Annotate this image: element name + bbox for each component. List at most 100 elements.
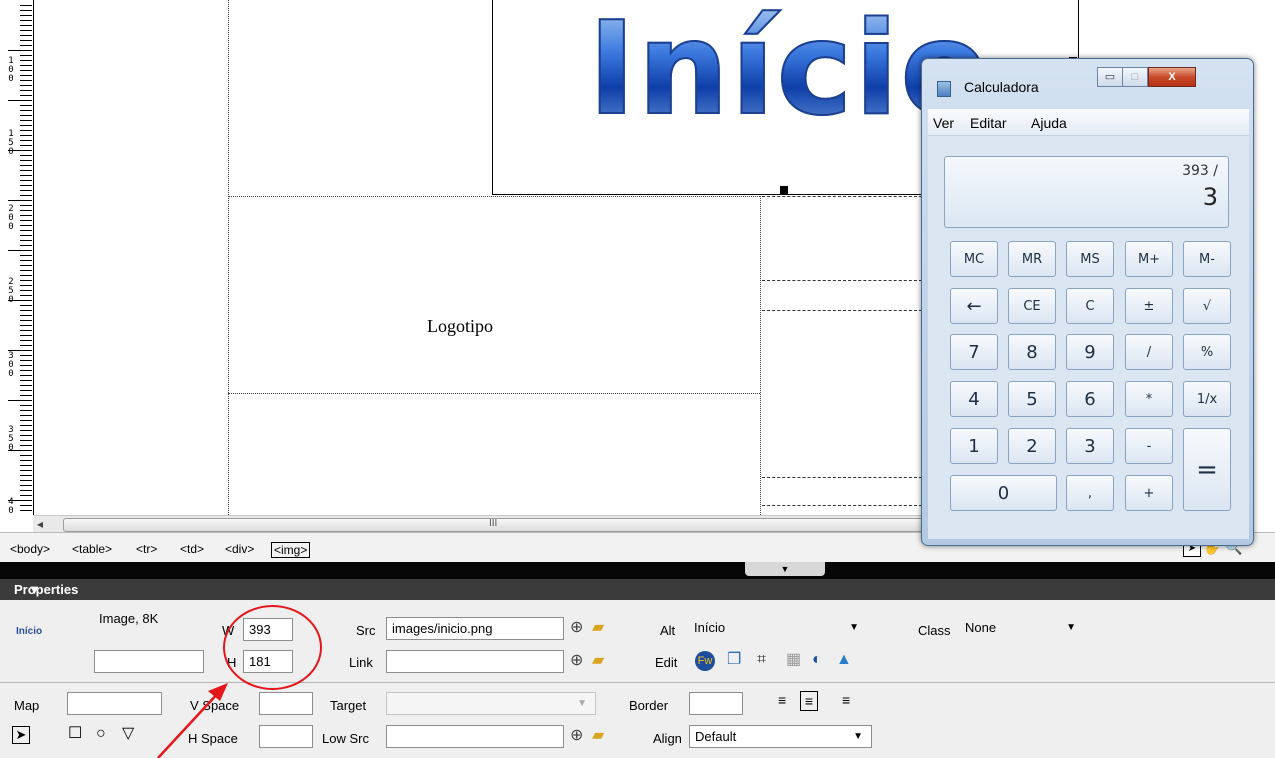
ruler-tick — [20, 215, 32, 216]
polygon-hotspot-tool-icon[interactable]: ▽ — [122, 725, 134, 743]
align-select[interactable]: Default ▼ — [689, 725, 872, 748]
scroll-left-arrow-icon[interactable]: ◂ — [37, 517, 43, 531]
calc-key-reciprocal[interactable]: 1/x — [1183, 381, 1231, 417]
calc-key-0[interactable]: 0 — [950, 475, 1057, 511]
ruler-label-digit: 0 — [8, 147, 14, 157]
calc-key-8[interactable]: 8 — [1008, 334, 1056, 370]
calculator-window[interactable]: Calculadora ▭ □ X Ver Editar Ajuda 393 /… — [921, 58, 1254, 546]
src-input[interactable]: images/inicio.png — [386, 617, 564, 640]
tag-tr[interactable]: <tr> — [136, 542, 157, 556]
calc-key-ce[interactable]: CE — [1008, 288, 1056, 324]
lowsrc-input[interactable] — [386, 725, 564, 748]
calc-key-plus[interactable]: + — [1125, 475, 1173, 511]
properties-header[interactable]: ▼ Properties — [0, 579, 1275, 600]
calculator-expression: 393 / — [1182, 163, 1218, 179]
menu-ajuda[interactable]: Ajuda — [1031, 115, 1067, 131]
calculator-title: Calculadora — [964, 79, 1039, 95]
resample-icon[interactable]: ▦ — [786, 651, 801, 669]
browse-folder-icon[interactable]: ▰ — [592, 652, 604, 670]
align-center-icon[interactable]: ≡ — [800, 691, 818, 711]
calc-key-7[interactable]: 7 — [950, 334, 998, 370]
calc-key-mr[interactable]: MR — [1008, 241, 1056, 277]
minimize-button[interactable]: ▭ — [1097, 67, 1123, 87]
calc-key-9[interactable]: 9 — [1066, 334, 1114, 370]
alt-select[interactable]: Início ▼ — [689, 617, 867, 640]
calc-key-equals[interactable]: = — [1183, 428, 1231, 511]
tag-body[interactable]: <body> — [10, 542, 50, 556]
point-to-file-icon[interactable]: ⊕ — [570, 652, 583, 670]
menu-ver[interactable]: Ver — [933, 115, 954, 131]
crop-icon[interactable]: ⌗ — [757, 651, 766, 669]
ruler-label-digit: 2 — [8, 277, 14, 287]
calc-key-1[interactable]: 1 — [950, 428, 998, 464]
optimize-icon[interactable]: ❐ — [727, 651, 741, 669]
ruler-tick — [20, 240, 32, 241]
ruler-tick — [20, 360, 32, 361]
tag-table[interactable]: <table> — [72, 542, 112, 556]
ruler-label-digit: 0 — [8, 213, 14, 223]
calc-key-4[interactable]: 4 — [950, 381, 998, 417]
link-input[interactable] — [386, 650, 564, 673]
pointer-hotspot-tool-icon[interactable]: ➤ — [12, 726, 30, 744]
calc-key-m-minus[interactable]: M- — [1183, 241, 1231, 277]
class-label: Class — [918, 623, 951, 638]
align-right-icon[interactable]: ≡ — [842, 691, 850, 709]
close-button[interactable]: X — [1148, 67, 1196, 87]
maximize-button[interactable]: □ — [1122, 67, 1148, 87]
collapse-arrow-icon[interactable]: ▼ — [28, 579, 41, 600]
tag-img-selected[interactable]: <img> — [271, 542, 311, 558]
image-id-input[interactable] — [94, 650, 204, 673]
calculator-result: 3 — [1202, 183, 1218, 211]
ruler-label-digit: 2 — [8, 204, 14, 214]
calc-key-sign[interactable]: ± — [1125, 288, 1173, 324]
calc-key-mc[interactable]: MC — [950, 241, 998, 277]
calc-key-percent[interactable]: % — [1183, 334, 1231, 370]
calc-key-divide[interactable]: / — [1125, 334, 1173, 370]
browse-folder-icon[interactable]: ▰ — [592, 727, 604, 745]
tag-div[interactable]: <div> — [225, 542, 254, 556]
calc-key-3[interactable]: 3 — [1066, 428, 1114, 464]
calc-key-minus[interactable]: - — [1125, 428, 1173, 464]
hspace-input[interactable] — [259, 725, 313, 748]
align-left-icon[interactable]: ≡ — [778, 691, 786, 709]
target-select[interactable]: ▼ — [386, 692, 596, 715]
panel-splitter-handle[interactable]: ▼ — [745, 562, 825, 576]
menu-editar[interactable]: Editar — [970, 115, 1007, 131]
point-to-file-icon[interactable]: ⊕ — [570, 727, 583, 745]
browse-folder-icon[interactable]: ▰ — [592, 619, 604, 637]
class-select[interactable]: None ▼ — [960, 617, 1084, 640]
calc-key-5[interactable]: 5 — [1008, 381, 1056, 417]
vspace-input[interactable] — [259, 692, 313, 715]
resize-handle[interactable] — [780, 186, 788, 194]
horizontal-scrollbar[interactable]: ◂ III — [33, 515, 925, 533]
calc-key-ms[interactable]: MS — [1066, 241, 1114, 277]
ruler-tick — [20, 80, 32, 81]
calc-key-2[interactable]: 2 — [1008, 428, 1056, 464]
ruler-tick — [8, 400, 32, 401]
rectangle-hotspot-tool-icon[interactable]: ☐ — [68, 725, 82, 743]
circle-hotspot-tool-icon[interactable]: ○ — [96, 725, 106, 743]
border-input[interactable] — [689, 692, 743, 715]
tag-td[interactable]: <td> — [180, 542, 204, 556]
fireworks-edit-icon[interactable]: Fw — [695, 651, 715, 671]
annotation-arrow — [157, 683, 228, 758]
calc-key-m-plus[interactable]: M+ — [1125, 241, 1173, 277]
point-to-file-icon[interactable]: ⊕ — [570, 619, 583, 637]
calc-key-multiply[interactable]: * — [1125, 381, 1173, 417]
sharpen-icon[interactable]: ▲ — [836, 651, 852, 669]
annotation-ellipse — [223, 605, 322, 690]
ruler-tick — [20, 160, 32, 161]
vertical-ruler[interactable]: 100150200250300350400 — [0, 0, 34, 515]
ruler-tick — [20, 390, 32, 391]
calc-key-clear[interactable]: C — [1066, 288, 1114, 324]
scrollbar-thumb[interactable]: III — [63, 518, 925, 532]
calc-key-backspace[interactable]: ← — [950, 288, 998, 324]
calc-key-6[interactable]: 6 — [1066, 381, 1114, 417]
calc-key-decimal[interactable]: , — [1066, 475, 1114, 511]
ruler-tick — [20, 175, 32, 176]
ruler-tick — [20, 120, 32, 121]
table-guide — [228, 196, 760, 197]
calc-key-sqrt[interactable]: √ — [1183, 288, 1231, 324]
ruler-tick — [8, 50, 32, 51]
brightness-contrast-icon[interactable]: ◐ — [812, 651, 822, 669]
